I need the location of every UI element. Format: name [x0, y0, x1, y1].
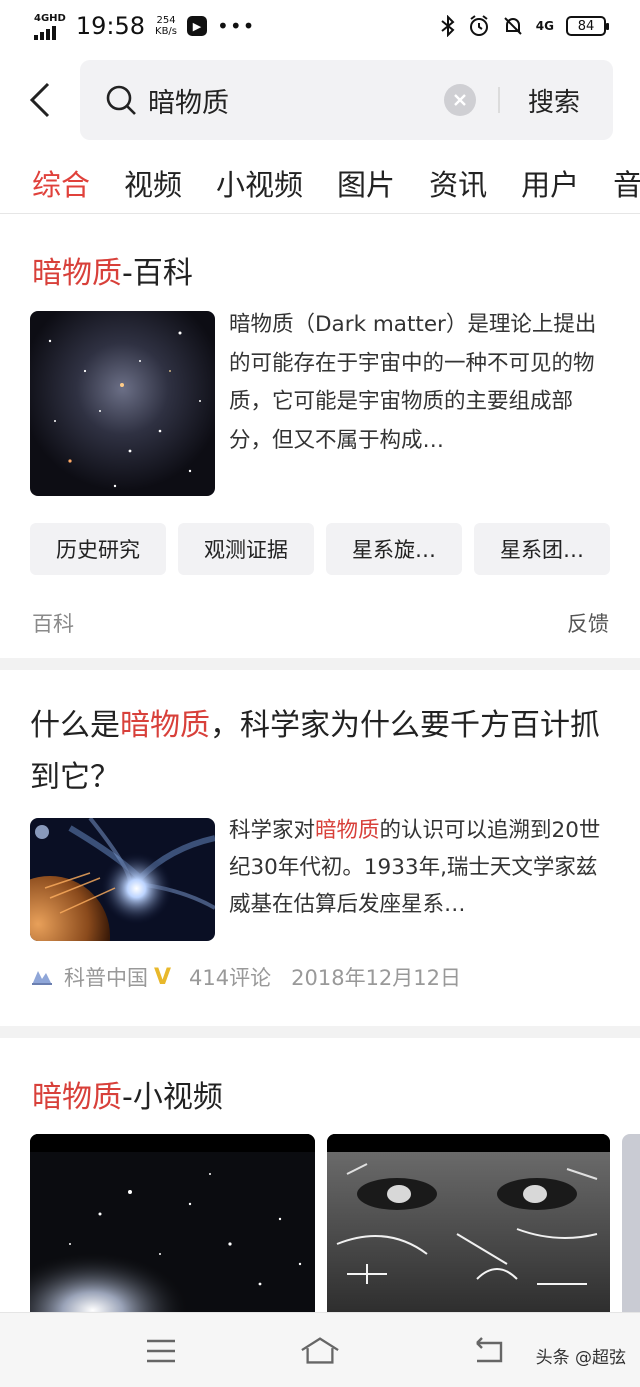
back-arrow-icon — [476, 1337, 503, 1363]
article-description: 科学家对暗物质的认识可以追溯到20世纪30年代初。1933年,瑞士天文学家兹威基… — [229, 818, 601, 917]
tab-news[interactable]: 资讯 — [429, 162, 487, 204]
watermark: 头条 @超弦 — [535, 1348, 626, 1368]
alarm-icon — [469, 15, 488, 36]
menu-button[interactable] — [141, 1331, 181, 1371]
feedback-link[interactable]: 反馈 — [567, 608, 609, 638]
article-author[interactable]: 科普中国 — [64, 962, 148, 992]
short-video-title[interactable]: 暗物质-小视频 — [32, 1072, 223, 1116]
home-icon — [301, 1337, 339, 1364]
kepu-logo-icon — [32, 971, 52, 985]
article-meta: 科普中国 V 414评论 2018年12月12日 — [30, 962, 461, 992]
tab-all[interactable]: 综合 — [32, 162, 90, 204]
video-thumbnail[interactable] — [30, 1134, 315, 1324]
category-tabs: 综合 视频 小视频 图片 资讯 用户 音 — [0, 158, 640, 208]
tab-users[interactable]: 用户 — [521, 162, 579, 204]
mute-bell-icon — [504, 17, 522, 35]
search-divider — [498, 87, 500, 113]
comment-count: 414评论 — [189, 966, 272, 990]
section-divider — [0, 658, 640, 670]
chevron-left-icon — [29, 82, 50, 118]
tab-video[interactable]: 视频 — [124, 162, 182, 204]
chip-evidence[interactable]: 观测证据 — [178, 523, 314, 575]
status-bar: 4GHD 19:58 254 KB/s ▶ ••• 4G 84 — [0, 0, 640, 52]
media-play-icon: ▶ — [187, 16, 208, 36]
menu-icon — [147, 1339, 175, 1363]
search-input[interactable] — [148, 84, 428, 116]
video-thumbnail[interactable] — [327, 1134, 610, 1324]
article-thumbnail[interactable] — [30, 818, 215, 941]
clock: 19:58 — [75, 12, 146, 40]
battery-icon: 84 — [566, 16, 609, 36]
mobile-data-indicator: 4G — [535, 19, 554, 33]
tab-short-video[interactable]: 小视频 — [216, 162, 303, 204]
tab-images[interactable]: 图片 — [337, 162, 395, 204]
wiki-result-card[interactable]: 暗物质-百科 暗物质（Dark matter）是理论上提出的可能存在于宇宙中的一… — [0, 214, 640, 658]
section-divider — [0, 1026, 640, 1038]
search-button[interactable]: 搜索 — [528, 60, 580, 140]
chip-galaxy-cluster[interactable]: 星系团… — [474, 523, 610, 575]
search-box[interactable]: 搜索 — [80, 60, 613, 140]
article-result-card[interactable]: 什么是暗物质，科学家为什么要千方百计抓到它？ 科学家对暗物质的认识可以追溯到20… — [0, 670, 640, 1026]
chip-galaxy-rotation[interactable]: 星系旋… — [326, 523, 462, 575]
more-notifications-icon: ••• — [217, 14, 256, 38]
back-button[interactable] — [0, 58, 80, 142]
back-nav-button[interactable] — [468, 1331, 508, 1371]
signal-icon — [34, 24, 66, 40]
network-indicator: 4GHD — [34, 13, 66, 40]
verified-icon: V — [154, 964, 172, 990]
wiki-description: 暗物质（Dark matter）是理论上提出的可能存在于宇宙中的一种不可见的物质… — [229, 312, 597, 453]
article-date: 2018年12月12日 — [291, 966, 462, 990]
search-header: 搜索 — [0, 58, 640, 142]
bluetooth-icon — [441, 15, 455, 37]
article-title[interactable]: 什么是暗物质，科学家为什么要千方百计抓到它？ — [30, 700, 614, 804]
home-button[interactable] — [300, 1331, 340, 1371]
chip-history[interactable]: 历史研究 — [30, 523, 166, 575]
system-nav-bar: 头条 @超弦 — [0, 1312, 640, 1387]
wiki-chips: 历史研究 观测证据 星系旋… 星系团… — [30, 523, 610, 575]
wiki-title[interactable]: 暗物质-百科 — [32, 248, 193, 292]
clear-search-icon[interactable] — [444, 84, 476, 116]
wiki-thumbnail[interactable] — [30, 311, 215, 496]
short-video-section: 暗物质-小视频 — [0, 1038, 640, 1324]
search-icon — [106, 85, 136, 115]
wiki-source: 百科 — [32, 612, 74, 636]
tab-music[interactable]: 音 — [613, 162, 640, 204]
video-thumbnail[interactable] — [622, 1134, 640, 1324]
network-speed: 254 KB/s — [155, 15, 178, 37]
